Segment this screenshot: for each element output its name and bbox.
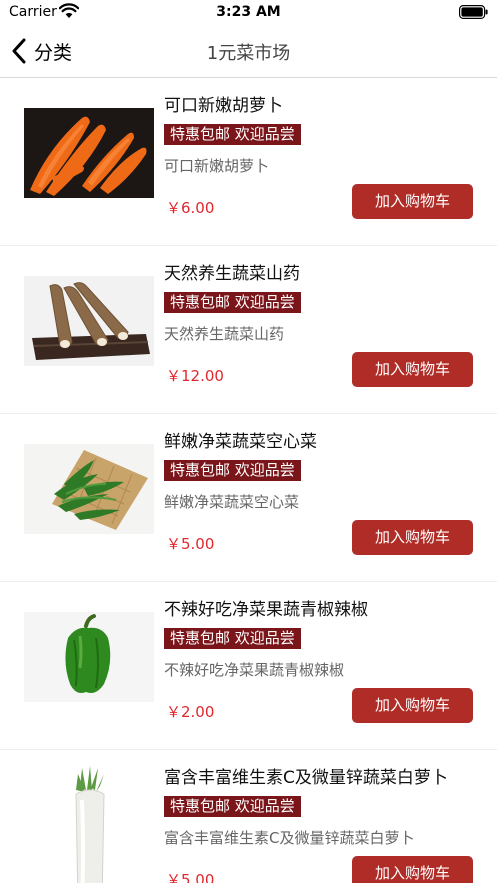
product-row[interactable]: 富含丰富维生素C及微量锌蔬菜白萝卜 特惠包邮 欢迎品尝 富含丰富维生素C及微量锌… bbox=[0, 750, 497, 883]
product-subtitle: 不辣好吃净菜果蔬青椒辣椒 bbox=[164, 661, 345, 679]
status-time: 3:23 AM bbox=[216, 4, 281, 20]
promo-badge: 特惠包邮 欢迎品尝 bbox=[164, 628, 301, 649]
product-name: 天然养生蔬菜山药 bbox=[164, 264, 300, 284]
product-row[interactable]: 可口新嫩胡萝卜 特惠包邮 欢迎品尝 可口新嫩胡萝卜 ￥6.00 加入购物车 bbox=[0, 78, 497, 246]
green-pepper-image bbox=[24, 612, 154, 702]
product-row[interactable]: 不辣好吃净菜果蔬青椒辣椒 特惠包邮 欢迎品尝 不辣好吃净菜果蔬青椒辣椒 ￥2.0… bbox=[0, 582, 497, 750]
battery-icon bbox=[459, 5, 488, 19]
product-price: ￥5.00 bbox=[166, 535, 215, 553]
add-to-cart-button[interactable]: 加入购物车 bbox=[352, 352, 473, 387]
product-row[interactable]: 天然养生蔬菜山药 特惠包邮 欢迎品尝 天然养生蔬菜山药 ￥12.00 加入购物车 bbox=[0, 246, 497, 414]
product-name: 富含丰富维生素C及微量锌蔬菜白萝卜 bbox=[164, 768, 448, 788]
yam-image bbox=[24, 276, 154, 366]
add-to-cart-button[interactable]: 加入购物车 bbox=[352, 184, 473, 219]
product-price: ￥6.00 bbox=[166, 199, 215, 217]
status-bar: Carrier 3:23 AM bbox=[0, 0, 497, 26]
promo-badge: 特惠包邮 欢迎品尝 bbox=[164, 124, 301, 145]
white-radish-image bbox=[60, 764, 120, 883]
product-row[interactable]: 鲜嫩净菜蔬菜空心菜 特惠包邮 欢迎品尝 鲜嫩净菜蔬菜空心菜 ￥5.00 加入购物… bbox=[0, 414, 497, 582]
product-subtitle: 可口新嫩胡萝卜 bbox=[164, 157, 270, 175]
product-name: 不辣好吃净菜果蔬青椒辣椒 bbox=[164, 600, 368, 620]
product-price: ￥12.00 bbox=[166, 367, 224, 385]
promo-badge: 特惠包邮 欢迎品尝 bbox=[164, 292, 301, 313]
promo-badge: 特惠包邮 欢迎品尝 bbox=[164, 460, 301, 481]
water-spinach-image bbox=[24, 444, 154, 534]
product-subtitle: 富含丰富维生素C及微量锌蔬菜白萝卜 bbox=[164, 829, 415, 847]
product-subtitle: 鲜嫩净菜蔬菜空心菜 bbox=[164, 493, 300, 511]
carrots-image bbox=[24, 108, 154, 198]
product-price: ￥2.00 bbox=[166, 703, 215, 721]
add-to-cart-button[interactable]: 加入购物车 bbox=[352, 688, 473, 723]
page-title: 1元菜市场 bbox=[206, 43, 291, 64]
product-name: 可口新嫩胡萝卜 bbox=[164, 96, 283, 116]
product-list: 可口新嫩胡萝卜 特惠包邮 欢迎品尝 可口新嫩胡萝卜 ￥6.00 加入购物车 天然… bbox=[0, 78, 497, 883]
add-to-cart-button[interactable]: 加入购物车 bbox=[352, 520, 473, 555]
product-price: ￥5.00 bbox=[166, 871, 215, 883]
product-subtitle: 天然养生蔬菜山药 bbox=[164, 325, 285, 343]
navigation-bar: 分类 1元菜市场 bbox=[0, 26, 497, 78]
add-to-cart-button[interactable]: 加入购物车 bbox=[352, 856, 473, 883]
promo-badge: 特惠包邮 欢迎品尝 bbox=[164, 796, 301, 817]
product-name: 鲜嫩净菜蔬菜空心菜 bbox=[164, 432, 317, 452]
